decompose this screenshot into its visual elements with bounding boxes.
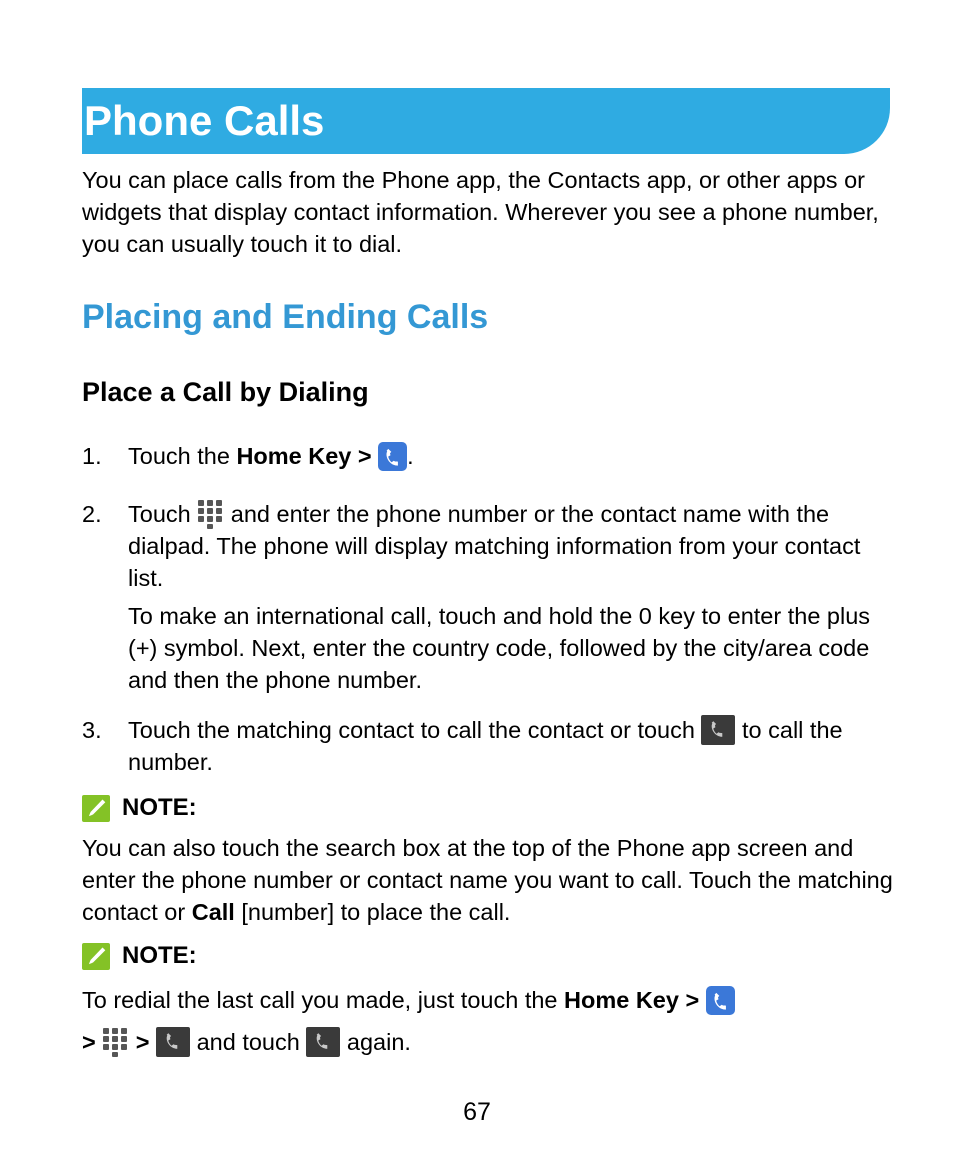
phone-app-icon[interactable] [378,442,408,471]
list-item: 3. Touch the matching contact to call th… [82,714,894,778]
note-body: You can also touch the search box at the… [82,832,894,928]
note2-line2: > > and touch again. [82,1022,894,1062]
call-button-icon[interactable] [156,1027,191,1057]
page-number: 67 [463,1098,491,1126]
dialpad-icon[interactable] [197,499,224,529]
note2-sep2: > [135,1029,150,1055]
list-item-body: Touch the matching contact to call the c… [128,714,894,778]
step1-text-before: Touch the [128,443,237,469]
list-item-body: Touch the Home Key > . [128,440,894,472]
section-subheading: Place a Call by Dialing [82,377,369,407]
list-item: 2. Touch and enter the phone number or t… [82,498,894,696]
note-label: NOTE: [122,794,197,821]
list-item-number: 2. [82,501,102,527]
note-pencil-icon [82,795,110,822]
note-header: NOTE: [82,793,894,825]
section-heading: Placing and Ending Calls [82,298,489,336]
dialpad-icon[interactable] [102,1027,129,1057]
note1-bold: Call [191,899,235,925]
intro-paragraph: You can place calls from the Phone app, … [82,167,879,257]
call-button-icon[interactable] [306,1027,341,1057]
note-body: To redial the last call you made, just t… [82,980,894,1062]
note-header: NOTE: [82,941,894,973]
list-item-body: Touch and enter the phone number or the … [128,498,894,696]
step2-paragraph2: To make an international call, touch and… [128,603,871,693]
step3-text-before: Touch the matching contact to call the c… [128,717,702,743]
list-item: 1. Touch the Home Key > . [82,440,894,472]
step1-bold: Home Key > [236,443,372,469]
document-page: Phone Calls You can place calls from the… [0,0,954,1168]
phone-app-icon[interactable] [705,986,735,1015]
note2-end-text: again. [340,1029,411,1055]
note2-part1: To redial the last call you made, just t… [82,987,565,1013]
note2-bold: Home Key > [564,987,700,1013]
call-button-icon[interactable] [701,715,736,745]
page-title: Phone Calls [84,97,325,144]
list-item-number: 1. [82,443,102,469]
step2-text-before: Touch [128,501,198,527]
note1-part2: [number] to place the call. [234,899,511,925]
note2-sep1: > [82,1029,96,1055]
list-item-number: 3. [82,717,102,743]
note-label: NOTE: [122,942,197,969]
note-pencil-icon [82,943,110,970]
note2-mid-text: and touch [190,1029,307,1055]
step1-text-after: . [407,443,414,469]
step2-text-after: and enter the phone number or the contac… [128,501,861,591]
